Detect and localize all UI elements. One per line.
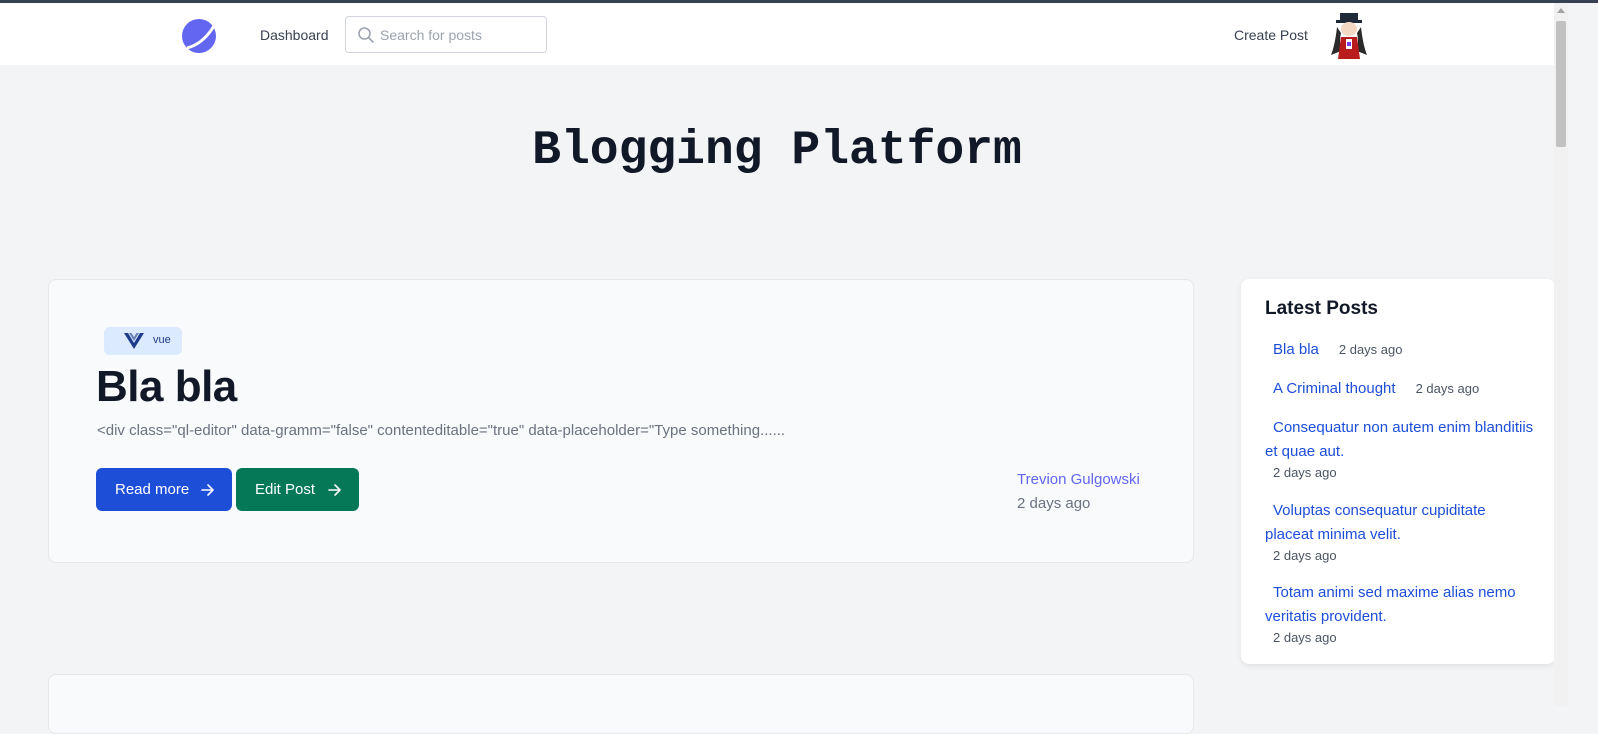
post-tag[interactable]: vue	[104, 327, 182, 355]
latest-post-item: Totam animi sed maxime alias nemo verita…	[1265, 581, 1535, 648]
page-title: Blogging Platform	[532, 124, 1022, 178]
vue-icon	[124, 333, 144, 349]
latest-post-link[interactable]: Consequatur non autem enim blanditiis et…	[1265, 419, 1533, 460]
latest-post-link[interactable]: A Criminal thought	[1265, 380, 1396, 397]
search-input[interactable]	[380, 17, 540, 52]
latest-post-item: Bla bla 2 days ago	[1265, 338, 1535, 362]
scroll-up-arrow-icon[interactable]	[1557, 7, 1565, 15]
post-excerpt: <div class="ql-editor" data-gramm="false…	[97, 422, 786, 439]
search-icon	[358, 27, 374, 43]
latest-post-date: 2 days ago	[1273, 465, 1337, 480]
post-card	[48, 674, 1194, 734]
logo-icon[interactable]	[181, 18, 217, 54]
read-more-button[interactable]: Read more	[96, 468, 232, 511]
read-more-label: Read more	[115, 481, 190, 498]
edit-post-button[interactable]: Edit Post	[236, 468, 359, 511]
create-post-link[interactable]: Create Post	[1234, 27, 1308, 43]
latest-post-date: 2 days ago	[1338, 342, 1403, 357]
latest-post-date: 2 days ago	[1415, 381, 1480, 396]
post-title[interactable]: Bla bla	[96, 362, 237, 412]
latest-post-link[interactable]: Bla bla	[1265, 341, 1319, 358]
page-scrollbar[interactable]	[1554, 3, 1568, 706]
latest-posts-panel: Latest Posts Bla bla 2 days ago A Crimina…	[1241, 279, 1555, 664]
navbar: Dashboard Create Post	[0, 3, 1554, 65]
latest-posts-title: Latest Posts	[1265, 298, 1378, 319]
post-author[interactable]: Trevion Gulgowski	[1017, 471, 1140, 488]
latest-post-link[interactable]: Totam animi sed maxime alias nemo verita…	[1265, 584, 1516, 625]
nav-dashboard-link[interactable]: Dashboard	[260, 27, 329, 43]
latest-post-date: 2 days ago	[1273, 630, 1337, 645]
latest-post-link[interactable]: Voluptas consequatur cupiditate placeat …	[1265, 502, 1486, 543]
post-date: 2 days ago	[1017, 495, 1091, 512]
search-box[interactable]	[345, 16, 547, 53]
latest-post-item: A Criminal thought 2 days ago	[1265, 377, 1535, 401]
latest-post-date: 2 days ago	[1273, 548, 1337, 563]
user-avatar[interactable]	[1327, 11, 1371, 61]
arrow-right-icon	[328, 484, 341, 496]
edit-post-label: Edit Post	[255, 481, 316, 498]
post-tag-label: vue	[153, 334, 171, 346]
latest-post-item: Consequatur non autem enim blanditiis et…	[1265, 416, 1535, 483]
arrow-right-icon	[201, 484, 214, 496]
scrollbar-thumb[interactable]	[1556, 21, 1566, 147]
latest-post-item: Voluptas consequatur cupiditate placeat …	[1265, 499, 1535, 566]
post-card: vue Bla bla <div class="ql-editor" data-…	[48, 279, 1194, 563]
